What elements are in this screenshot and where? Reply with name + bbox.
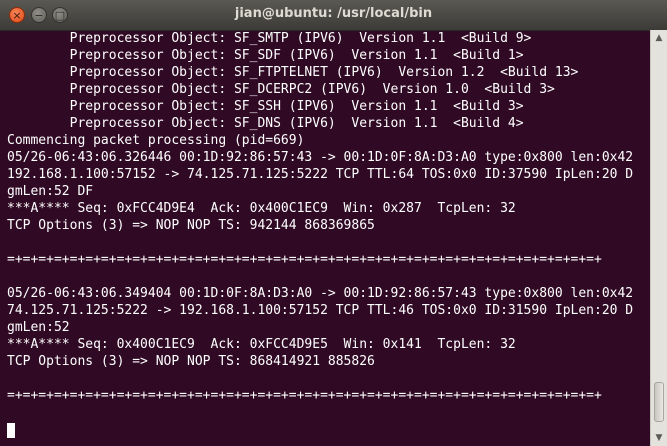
- terminal-window: × − □ jian@ubuntu: /usr/local/bin Prepro…: [0, 0, 667, 446]
- terminal-line: Preprocessor Object: SF_FTPTELNET (IPV6)…: [7, 65, 579, 80]
- terminal-line: ***A**** Seq: 0xFCC4D9E4 Ack: 0x400C1EC9…: [7, 201, 516, 216]
- terminal-line: 05/26-06:43:06.349404 00:1D:0F:8A:D3:A0 …: [7, 286, 634, 301]
- scroll-down-icon[interactable]: ▼: [651, 430, 667, 446]
- scrollbar-track[interactable]: [654, 48, 664, 428]
- terminal-line: Preprocessor Object: SF_SSH (IPV6) Versi…: [7, 99, 524, 114]
- terminal-line: Preprocessor Object: SF_DNS (IPV6) Versi…: [7, 116, 524, 131]
- terminal-output[interactable]: Preprocessor Object: SF_SMTP (IPV6) Vers…: [0, 30, 650, 446]
- title-bar[interactable]: × − □ jian@ubuntu: /usr/local/bin: [0, 0, 667, 31]
- terminal-line: gmLen:52 DF: [7, 184, 94, 199]
- terminal-line: Preprocessor Object: SF_SMTP (IPV6) Vers…: [7, 31, 532, 46]
- window-title: jian@ubuntu: /usr/local/bin: [234, 6, 433, 21]
- terminal-line: 74.125.71.125:5222 -> 192.168.1.100:5715…: [7, 303, 634, 318]
- text-cursor: [7, 422, 15, 438]
- terminal-line: Commencing packet processing (pid=669): [7, 133, 305, 148]
- scroll-up-icon[interactable]: ▲: [651, 30, 667, 46]
- terminal-line: gmLen:52: [7, 320, 70, 335]
- terminal-line: Preprocessor Object: SF_DCERPC2 (IPV6) V…: [7, 82, 555, 97]
- terminal-line: 192.168.1.100:57152 -> 74.125.71.125:522…: [7, 167, 634, 182]
- terminal-line: Preprocessor Object: SF_SDF (IPV6) Versi…: [7, 48, 524, 63]
- terminal-prompt-line[interactable]: [0, 421, 650, 438]
- vertical-scrollbar[interactable]: ▲ ▼: [650, 30, 667, 446]
- terminal-line: =+=+=+=+=+=+=+=+=+=+=+=+=+=+=+=+=+=+=+=+…: [7, 252, 602, 267]
- terminal-line: 05/26-06:43:06.326446 00:1D:92:86:57:43 …: [7, 150, 634, 165]
- terminal-line: =+=+=+=+=+=+=+=+=+=+=+=+=+=+=+=+=+=+=+=+…: [7, 388, 602, 403]
- terminal-line: TCP Options (3) => NOP NOP TS: 868414921…: [7, 354, 375, 369]
- terminal-line: ***A**** Seq: 0x400C1EC9 Ack: 0xFCC4D9E5…: [7, 337, 516, 352]
- terminal-line: TCP Options (3) => NOP NOP TS: 942144 86…: [7, 218, 375, 233]
- scrollbar-thumb[interactable]: [654, 382, 664, 422]
